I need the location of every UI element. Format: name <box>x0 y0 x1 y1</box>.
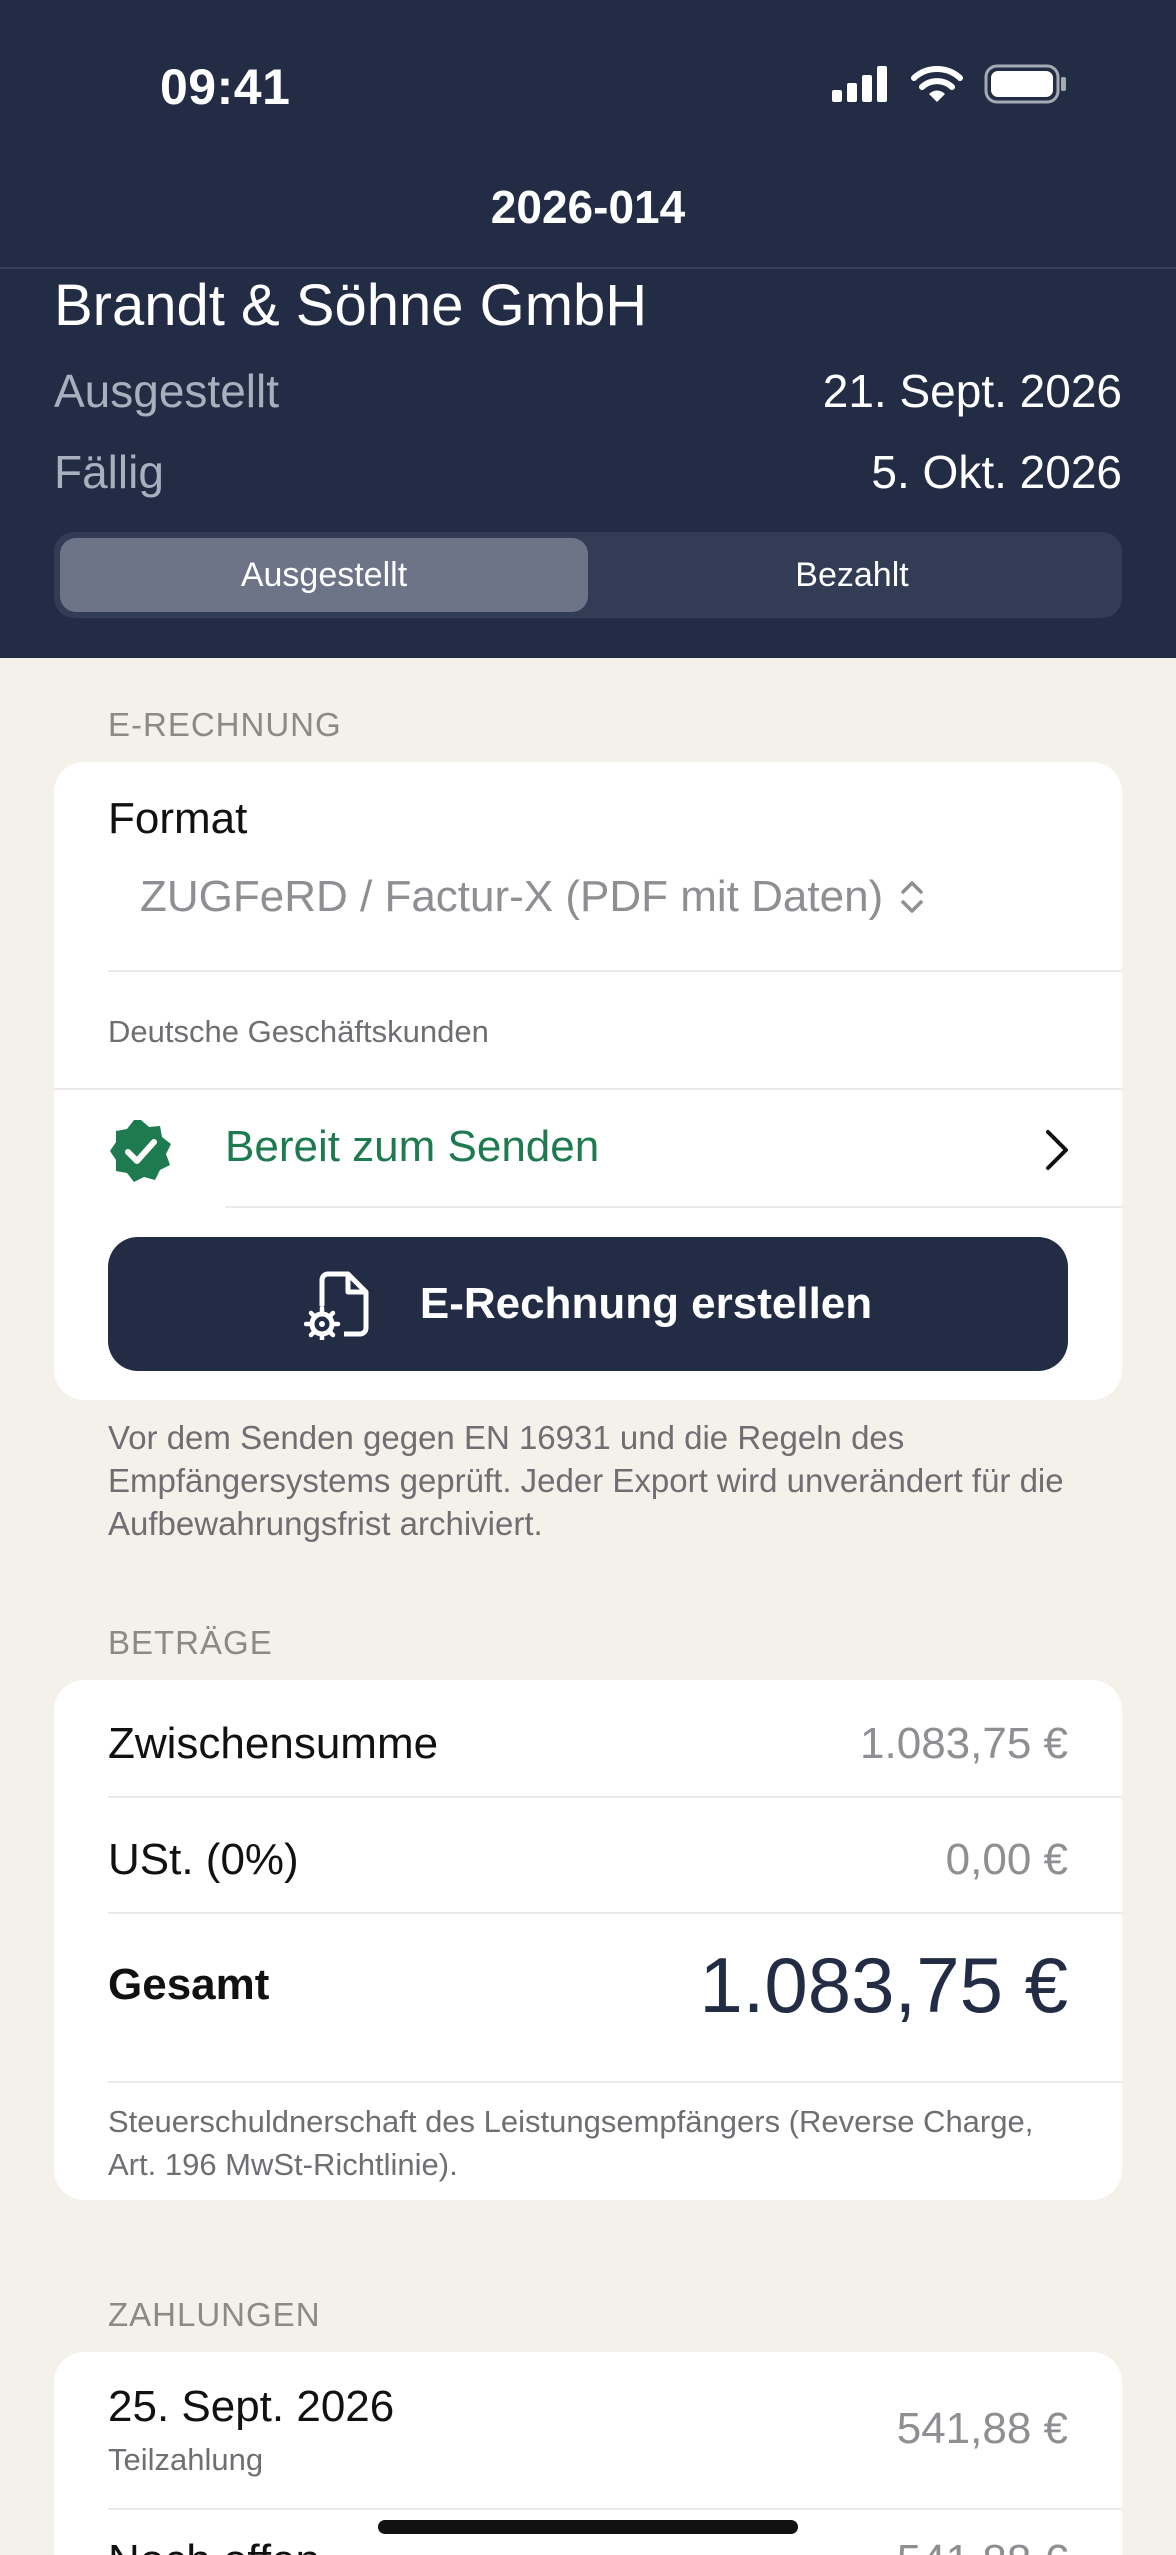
issued-label: Ausgestellt <box>54 365 280 417</box>
status-time: 09:41 <box>160 59 291 115</box>
divider <box>225 1206 1122 1208</box>
due-row: Fällig 5. Okt. 2026 <box>54 445 1122 499</box>
tax-label: USt. (0%) <box>108 1835 299 1884</box>
ready-to-send-row[interactable]: Bereit zum Senden <box>54 1092 1122 1208</box>
divider <box>108 2081 1122 2083</box>
divider <box>108 1796 1122 1798</box>
payment-type: Teilzahlung <box>108 2442 264 2477</box>
client-name: Brandt & Söhne GmbH <box>54 273 648 338</box>
section-title-payments: ZAHLUNGEN <box>108 2296 321 2333</box>
reverse-charge-note: Steuerschuldnerschaft des Leistungsempfä… <box>108 2104 1034 2182</box>
status-segmented-control: Ausgestellt Bezahlt <box>54 532 1122 618</box>
chevron-right-icon <box>1046 1130 1068 1170</box>
section-title-amounts: BETRÄGE <box>108 1624 273 1661</box>
format-picker[interactable]: ZUGFeRD / Factur-X (PDF mit Daten) <box>140 872 925 922</box>
format-value: ZUGFeRD / Factur-X (PDF mit Daten) <box>140 872 884 921</box>
nav-title: 2026-014 <box>490 181 686 233</box>
wifi-icon <box>911 66 963 102</box>
section-title-e-invoice: E-RECHNUNG <box>108 706 342 743</box>
subtotal-label: Zwischensumme <box>108 1719 439 1768</box>
e-invoice-footnote: Vor dem Senden gegen EN 16931 und die Re… <box>108 1419 1064 1542</box>
total-row: Gesamt 1.083,75 € <box>108 1930 1068 2040</box>
nav-divider <box>0 267 1176 269</box>
chevron-up-down-icon <box>901 881 923 913</box>
ready-status-label: Bereit zum Senden <box>225 1122 600 1171</box>
subtotal-value: 1.083,75 € <box>860 1719 1068 1768</box>
format-label: Format <box>108 794 248 843</box>
subtotal-row: Zwischensumme 1.083,75 € <box>108 1712 1068 1776</box>
signal-icon <box>832 66 887 102</box>
segment-issued[interactable]: Ausgestellt <box>60 538 588 612</box>
divider <box>54 1088 1122 1090</box>
status-icons <box>832 64 1068 104</box>
create-button-label: E-Rechnung erstellen <box>419 1279 873 1328</box>
total-value: 1.083,75 € <box>699 1940 1068 2029</box>
amounts-card: Zwischensumme 1.083,75 € USt. (0%) 0,00 … <box>54 1680 1122 2200</box>
home-indicator <box>378 2520 798 2534</box>
issued-date: 21. Sept. 2026 <box>822 365 1122 417</box>
tax-value: 0,00 € <box>945 1835 1068 1884</box>
due-label: Fällig <box>54 446 164 498</box>
invoice-header: 09:41 2026-014 Brandt & Söhne GmbH Ausge… <box>0 0 1176 658</box>
document-gear-icon <box>303 1271 369 1340</box>
format-hint: Deutsche Geschäftskunden <box>108 1014 489 1049</box>
payment-row[interactable]: 25. Sept. 2026 Teilzahlung 541,88 € <box>54 2352 1122 2502</box>
tax-row: USt. (0%) 0,00 € <box>108 1828 1068 1892</box>
divider <box>108 970 1122 972</box>
due-date: 5. Okt. 2026 <box>871 446 1122 498</box>
create-e-invoice-button[interactable]: E-Rechnung erstellen <box>108 1237 1068 1371</box>
payment-amount: 541,88 € <box>896 2404 1068 2453</box>
verified-badge-icon <box>110 1120 171 1182</box>
total-label: Gesamt <box>108 1960 270 2009</box>
payment-date: 25. Sept. 2026 <box>108 2382 395 2431</box>
segment-paid[interactable]: Bezahlt <box>588 538 1116 612</box>
battery-icon <box>984 64 1066 104</box>
issued-row: Ausgestellt 21. Sept. 2026 <box>54 364 1122 418</box>
invoice-detail-screen: 09:41 2026-014 Brandt & Söhne GmbH Ausge… <box>0 0 1176 2555</box>
payment-date: Noch offen <box>108 2536 320 2555</box>
divider <box>108 1912 1122 1914</box>
e-invoice-card: Format ZUGFeRD / Factur-X (PDF mit Daten… <box>54 762 1122 1400</box>
payment-amount: 541,88 € <box>897 2536 1068 2555</box>
